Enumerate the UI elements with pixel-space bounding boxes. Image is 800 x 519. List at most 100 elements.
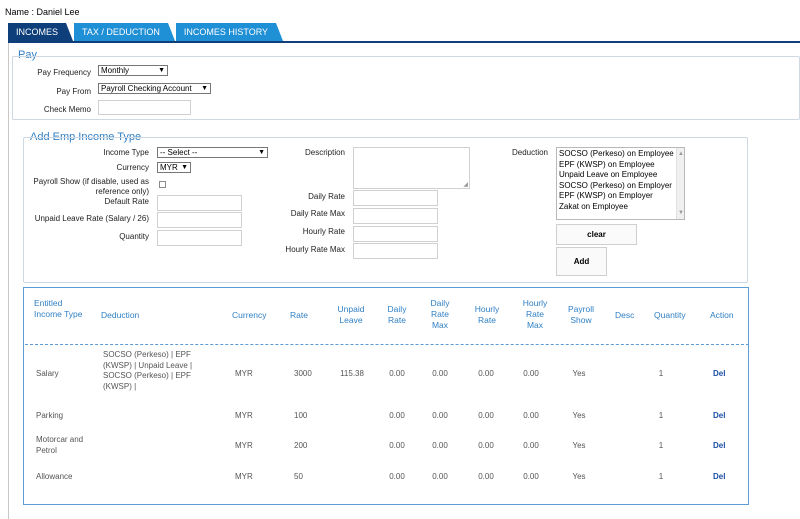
header-divider	[25, 344, 749, 345]
tab-incomes-history[interactable]: INCOMES HISTORY	[175, 23, 284, 41]
pay-frequency-label: Pay Frequency	[37, 68, 91, 77]
header-currency: Currency	[232, 310, 267, 320]
header-payroll-show: Payroll Show	[568, 304, 594, 325]
quantity-input[interactable]	[157, 230, 242, 246]
chevron-down-icon: ▼	[181, 164, 188, 171]
cell-currency: MYR	[235, 369, 253, 378]
daily-rate-label: Daily Rate	[308, 192, 345, 201]
pay-from-select[interactable]: Payroll Checking Account ▼	[98, 83, 211, 94]
unpaid-leave-rate-input[interactable]	[157, 212, 242, 228]
currency-label: Currency	[116, 163, 149, 172]
cell-daily-rate-max: 0.00	[432, 411, 448, 420]
deduction-option[interactable]: SOCSO (Perkeso) on Employee	[559, 149, 682, 160]
daily-rate-max-input[interactable]	[353, 208, 438, 224]
listbox-scrollbar[interactable]: ▲ ▼	[676, 148, 684, 219]
tab-incomes[interactable]: INCOMES	[8, 23, 74, 41]
cell-daily-rate-max: 0.00	[432, 369, 448, 378]
cell-daily-rate-max: 0.00	[432, 472, 448, 481]
payroll-show-label: Payroll Show (if disable, used as refere…	[33, 177, 149, 196]
cell-daily-rate: 0.00	[389, 441, 405, 450]
deduction-option[interactable]: EPF (KWSP) on Employer	[559, 191, 682, 202]
deduction-option[interactable]: Unpaid Leave on Employee	[559, 170, 682, 181]
cell-rate: 3000	[294, 369, 312, 378]
deduction-option[interactable]: EPF (KWSP) on Employee	[559, 160, 682, 171]
cell-payroll-show: Yes	[572, 369, 586, 378]
cell-currency: MYR	[235, 472, 253, 481]
header-hourly-rate: Hourly Rate	[474, 304, 500, 325]
cell-daily-rate-max: 0.00	[432, 441, 448, 450]
delete-link[interactable]: Del	[713, 369, 725, 380]
payroll-show-checkbox[interactable]	[159, 181, 166, 188]
hourly-rate-label: Hourly Rate	[302, 227, 345, 236]
description-label: Description	[304, 148, 345, 157]
chevron-down-icon: ▼	[158, 67, 165, 74]
cell-payroll-show: Yes	[572, 472, 586, 481]
header-daily-rate-max: Daily Rate Max	[430, 298, 450, 330]
cell-hourly-rate-max: 0.00	[523, 369, 539, 378]
cell-hourly-rate: 0.00	[478, 472, 494, 481]
cell-rate: 200	[294, 441, 308, 450]
chevron-down-icon: ▼	[201, 85, 208, 92]
cell-income-type: Parking	[36, 411, 64, 420]
hourly-rate-input[interactable]	[353, 226, 438, 242]
pay-frequency-select[interactable]: Monthly ▼	[98, 65, 168, 76]
cell-currency: MYR	[235, 411, 253, 420]
tab-bar: INCOMES TAX / DEDUCTION INCOMES HISTORY	[8, 23, 284, 41]
chevron-down-icon: ▼	[258, 149, 265, 156]
header-deduction: Deduction	[101, 310, 140, 320]
cell-rate: 100	[294, 411, 308, 420]
cell-income-type: Motorcar and Petrol	[36, 435, 84, 455]
check-memo-input[interactable]	[98, 100, 191, 115]
delete-link[interactable]: Del	[713, 472, 725, 483]
cell-payroll-show: Yes	[572, 441, 586, 450]
cell-rate: 50	[294, 472, 303, 481]
employee-name: Name : Daniel Lee	[5, 7, 80, 17]
cell-daily-rate: 0.00	[389, 472, 405, 481]
cell-income-type: Salary	[36, 369, 59, 378]
scroll-up-icon[interactable]: ▲	[678, 149, 684, 160]
resize-handle-icon[interactable]: ◢	[463, 181, 468, 188]
header-desc: Desc	[615, 310, 635, 320]
cell-currency: MYR	[235, 441, 253, 450]
description-textarea[interactable]: ◢	[353, 147, 470, 189]
header-income-type: Entitled Income Type	[34, 298, 83, 319]
cell-income-type: Allowance	[36, 472, 73, 481]
cell-unpaid-leave: 115.38	[340, 369, 364, 378]
delete-link[interactable]: Del	[713, 411, 725, 422]
income-type-label: Income Type	[103, 148, 149, 157]
deduction-option[interactable]: Zakat on Employee	[559, 202, 682, 213]
income-table: Entitled Income Type Deduction Currency …	[23, 287, 749, 505]
clear-button[interactable]: clear	[556, 224, 637, 245]
hourly-rate-max-input[interactable]	[353, 243, 438, 259]
delete-link[interactable]: Del	[713, 441, 725, 452]
deduction-option[interactable]: SOCSO (Perkeso) on Employer	[559, 181, 682, 192]
income-type-select[interactable]: -- Select -- ▼	[157, 147, 268, 158]
unpaid-leave-rate-label: Unpaid Leave Rate (Salary / 26)	[34, 214, 149, 223]
income-type-value: -- Select --	[160, 148, 198, 157]
tab-tax-deduction[interactable]: TAX / DEDUCTION	[74, 23, 175, 41]
cell-hourly-rate: 0.00	[478, 411, 494, 420]
cell-hourly-rate: 0.00	[478, 441, 494, 450]
daily-rate-input[interactable]	[353, 190, 438, 206]
header-quantity: Quantity	[654, 310, 686, 320]
check-memo-label: Check Memo	[43, 105, 91, 114]
tab-underline	[8, 41, 800, 43]
hourly-rate-max-label: Hourly Rate Max	[285, 245, 345, 254]
pay-from-label: Pay From	[56, 87, 91, 96]
currency-select[interactable]: MYR ▼	[157, 162, 191, 173]
cell-hourly-rate-max: 0.00	[523, 411, 539, 420]
scroll-down-icon[interactable]: ▼	[678, 208, 684, 219]
cell-quantity: 1	[658, 411, 664, 420]
header-unpaid-leave: Unpaid Leave	[337, 304, 365, 325]
deduction-listbox[interactable]: SOCSO (Perkeso) on Employee EPF (KWSP) o…	[556, 147, 685, 220]
cell-daily-rate: 0.00	[389, 411, 405, 420]
add-button[interactable]: Add	[556, 247, 607, 276]
header-daily-rate: Daily Rate	[387, 304, 407, 325]
cell-quantity: 1	[658, 441, 664, 450]
default-rate-input[interactable]	[157, 195, 242, 211]
cell-hourly-rate-max: 0.00	[523, 441, 539, 450]
default-rate-label: Default Rate	[104, 197, 149, 206]
cell-daily-rate: 0.00	[389, 369, 405, 378]
cell-payroll-show: Yes	[572, 411, 586, 420]
deduction-label: Deduction	[511, 148, 548, 157]
